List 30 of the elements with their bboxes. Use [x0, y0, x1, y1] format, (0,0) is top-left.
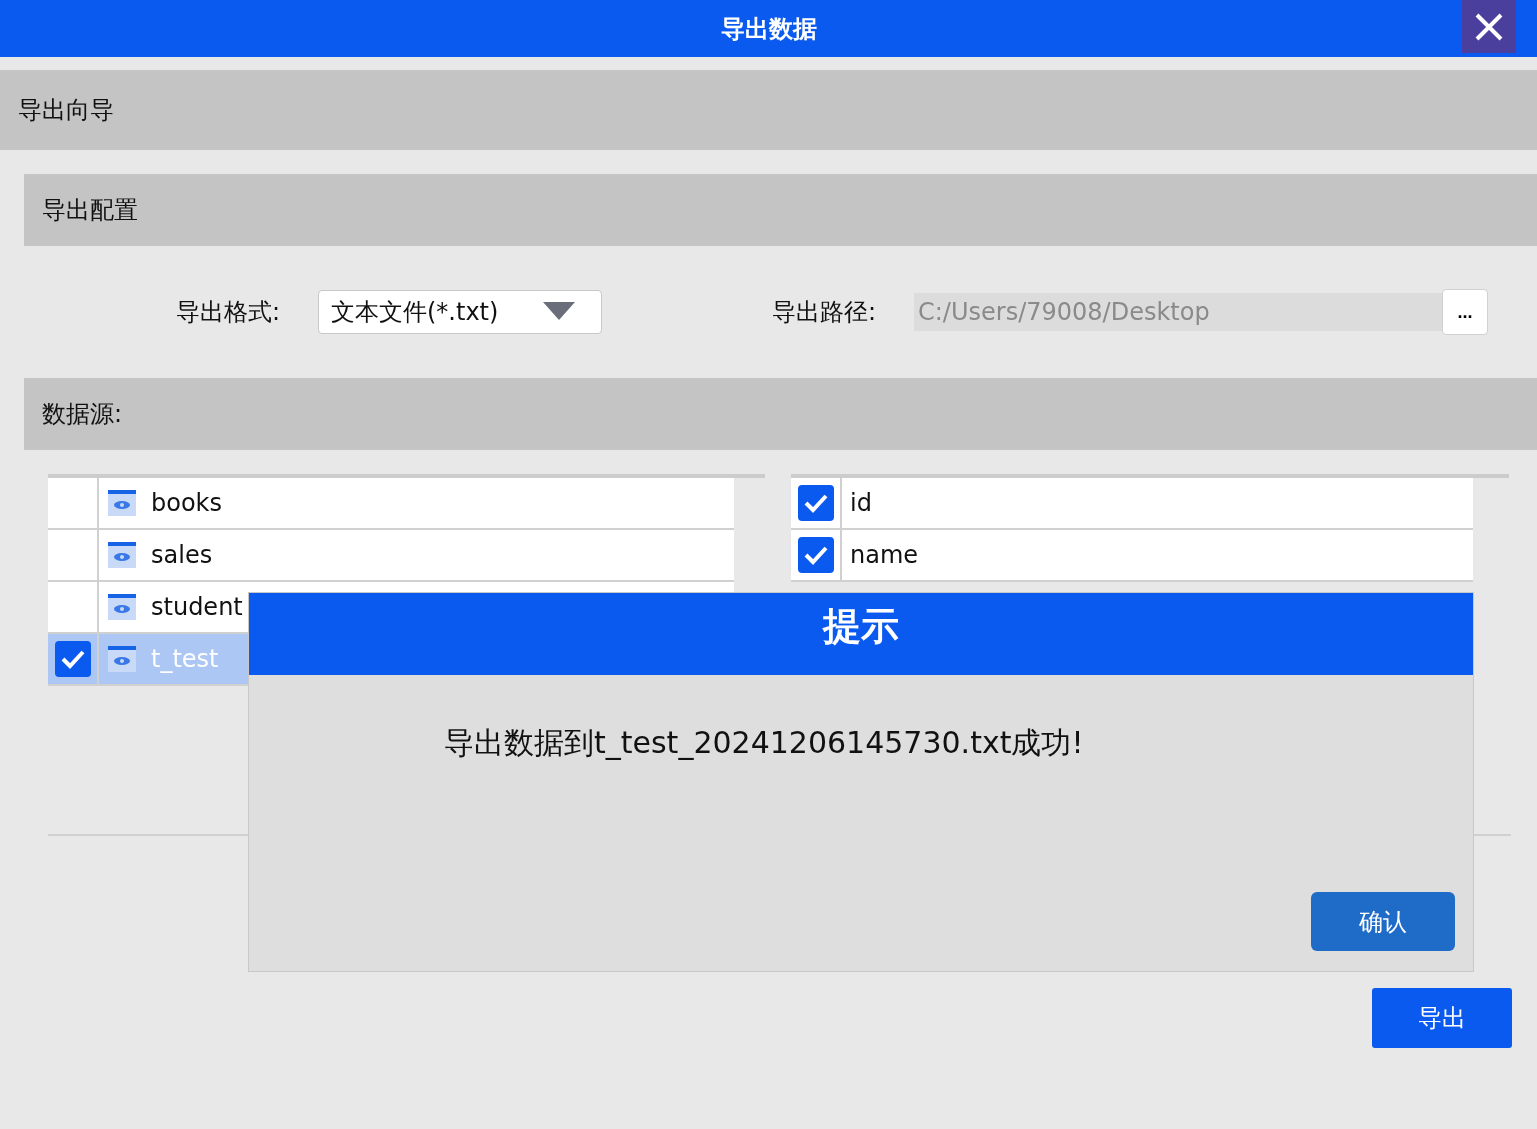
table-list-item[interactable]: books — [48, 478, 734, 530]
dialog-title: 提示 — [823, 603, 899, 650]
window-title: 导出数据 — [720, 13, 817, 45]
section-title: 导出配置 — [42, 195, 138, 226]
field-name: name — [850, 541, 919, 569]
table-name: student — [151, 593, 243, 621]
format-dropdown[interactable]: 文本文件(*.txt) — [318, 290, 602, 334]
checkbox[interactable] — [797, 485, 834, 521]
confirm-button[interactable]: 确认 — [1311, 892, 1455, 951]
section-title: 数据源: — [42, 399, 123, 430]
table-icon — [107, 488, 137, 518]
field-name: id — [850, 489, 872, 517]
table-name: books — [151, 489, 222, 517]
export-button[interactable]: 导出 — [1372, 988, 1512, 1048]
dialog-message: 导出数据到t_test_20241206145730.txt成功! — [444, 724, 1084, 762]
table-list-item[interactable]: sales — [48, 530, 734, 582]
field-label: 导出格式: — [176, 297, 282, 328]
table-icon — [107, 644, 137, 674]
dropdown-arrow-icon — [543, 302, 575, 322]
field-label: 导出路径: — [772, 297, 878, 328]
close-button[interactable] — [1462, 0, 1516, 53]
checkbox[interactable] — [797, 537, 834, 573]
section-title: 导出向导 — [18, 95, 114, 126]
table-name: t_test — [151, 645, 219, 673]
browse-button[interactable]: ... — [1442, 289, 1488, 335]
table-name: sales — [151, 541, 213, 569]
table-icon — [107, 540, 137, 570]
table-icon — [107, 592, 137, 622]
close-icon — [1474, 11, 1504, 42]
checkbox[interactable] — [54, 641, 91, 677]
